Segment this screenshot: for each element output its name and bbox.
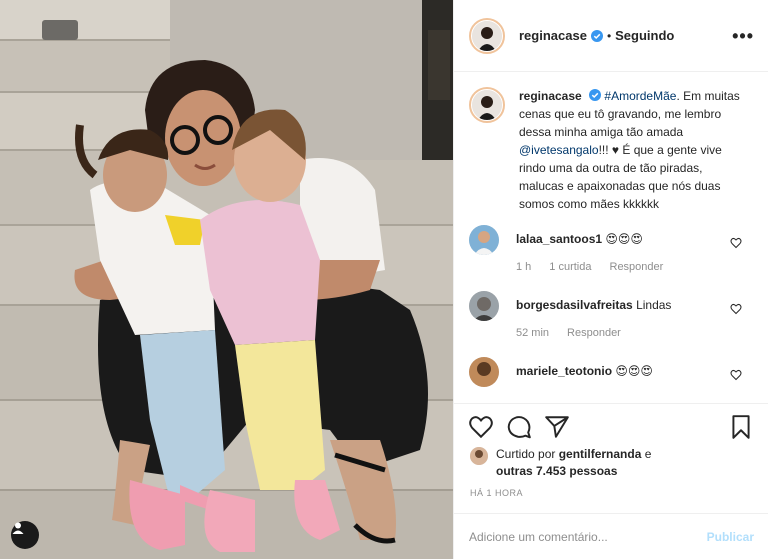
person-tag-icon (12, 522, 24, 534)
tag-people-button[interactable] (11, 521, 39, 549)
caption-author-avatar[interactable] (469, 87, 505, 123)
comment-bubble-icon[interactable] (506, 414, 532, 440)
comment-avatar[interactable] (469, 357, 499, 387)
post-image (0, 0, 453, 559)
more-options-button[interactable]: ••• (732, 27, 754, 45)
comment-like-heart-icon[interactable] (730, 237, 742, 249)
comment-likes-count[interactable]: 1 curtida (549, 261, 591, 273)
comment-meta: 52 min Responder (516, 327, 671, 339)
post-photo[interactable] (0, 0, 453, 559)
save-bookmark-icon[interactable] (728, 414, 754, 440)
post-caption: reginacase #AmordeMãe. Em muitas cenas q… (469, 87, 754, 213)
comment-avatar[interactable] (469, 291, 499, 321)
post-actions-bar (454, 403, 768, 449)
liker-username[interactable]: gentilfernanda (559, 447, 642, 461)
likes-summary: Curtido por gentilfernanda e outras 7.45… (470, 446, 752, 480)
comments-list[interactable]: reginacase #AmordeMãe. Em muitas cenas q… (454, 73, 768, 403)
comment-time[interactable]: 1 h (516, 261, 531, 273)
comment-item: mariele_teotonio 😍😍😍 (469, 357, 754, 387)
author-username[interactable]: reginacase (519, 28, 587, 43)
comment-body: lalaa_santoos1 😍😍😍 1 h 1 curtida Respond… (516, 225, 663, 273)
comment-text: 😍😍😍 (605, 232, 643, 246)
hashtag-link[interactable]: #AmordeMãe (604, 89, 676, 103)
post-header: reginacase • Seguindo ••• (454, 0, 768, 72)
comment-time[interactable]: 52 min (516, 327, 549, 339)
post-timestamp[interactable]: HÁ 1 HORA (470, 488, 523, 498)
comment-body: borgesdasilvafreitas Lindas 52 min Respo… (516, 291, 671, 339)
publish-button[interactable]: Publicar (707, 530, 754, 544)
like-heart-icon[interactable] (468, 414, 494, 440)
likes-prefix: Curtido por (496, 447, 559, 461)
caption-verified-badge-icon (589, 89, 602, 101)
header-separator: • (606, 28, 612, 43)
comment-body: mariele_teotonio 😍😍😍 (516, 357, 653, 379)
add-comment-input[interactable] (469, 529, 707, 544)
comment-item: lalaa_santoos1 😍😍😍 1 h 1 curtida Respond… (469, 225, 754, 273)
comment-meta: 1 h 1 curtida Responder (516, 261, 663, 273)
comment-line: mariele_teotonio 😍😍😍 (516, 363, 653, 379)
add-comment-form: Publicar (454, 513, 768, 559)
comment-item: borgesdasilvafreitas Lindas 52 min Respo… (469, 291, 754, 339)
comment-text: Lindas (636, 298, 672, 312)
following-button[interactable]: Seguindo (615, 28, 674, 43)
comment-reply-button[interactable]: Responder (567, 327, 621, 339)
verified-badge-icon (590, 29, 603, 42)
author-avatar-image (472, 20, 502, 51)
likes-text: Curtido por gentilfernanda e outras 7.45… (496, 446, 651, 480)
likes-others-count[interactable]: outras 7.453 pessoas (496, 464, 617, 478)
caption-text: reginacase #AmordeMãe. Em muitas cenas q… (519, 87, 744, 213)
mention-link[interactable]: @ivetesangalo (519, 143, 599, 157)
comment-reply-button[interactable]: Responder (610, 261, 664, 273)
caption-username[interactable]: reginacase (519, 89, 582, 103)
comment-username[interactable]: borgesdasilvafreitas (516, 298, 633, 312)
comment-line: lalaa_santoos1 😍😍😍 (516, 231, 663, 247)
comment-like-heart-icon[interactable] (730, 369, 742, 381)
comment-text: 😍😍😍 (615, 364, 653, 378)
comment-like-heart-icon[interactable] (730, 303, 742, 315)
comment-line: borgesdasilvafreitas Lindas (516, 297, 671, 313)
caption-avatar-image (472, 90, 502, 120)
comment-username[interactable]: mariele_teotonio (516, 364, 612, 378)
likes-joiner: e (641, 447, 652, 461)
author-avatar[interactable] (469, 17, 505, 54)
post-side-panel: reginacase • Seguindo ••• reginacase #Am… (453, 0, 768, 559)
comment-username[interactable]: lalaa_santoos1 (516, 232, 602, 246)
share-send-icon[interactable] (544, 414, 570, 440)
liker-avatar[interactable] (470, 447, 488, 465)
comment-avatar[interactable] (469, 225, 499, 255)
